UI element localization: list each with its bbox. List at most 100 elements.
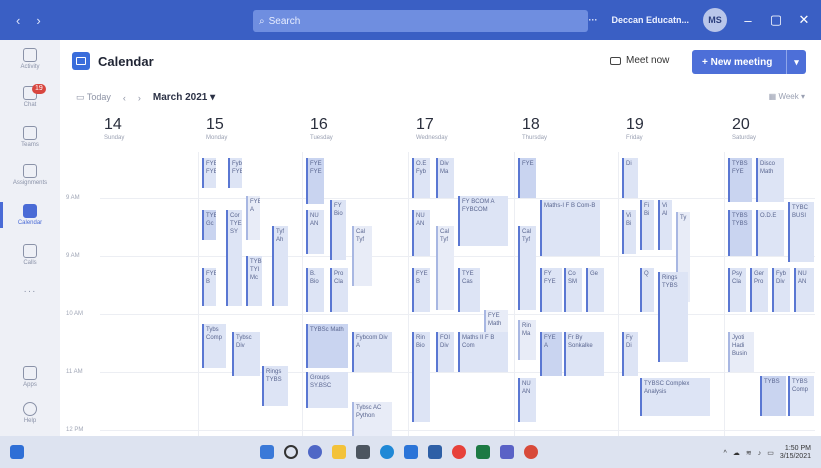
day-header[interactable]: 15 Monday — [206, 116, 227, 141]
event-card[interactable]: O.E Fyb — [412, 158, 430, 198]
maximize-button[interactable]: ▢ — [769, 12, 783, 28]
event-card[interactable]: Cor TYE SY — [226, 210, 242, 306]
event-card[interactable]: Maths-I F B Com-B — [540, 200, 600, 256]
day-header[interactable]: 14 Sunday — [104, 116, 124, 141]
event-card[interactable]: Div Ma — [436, 158, 454, 198]
wifi-icon[interactable]: ≋ — [746, 449, 752, 457]
day-header[interactable]: 16 Tuesday — [310, 116, 333, 141]
rail-item-activity[interactable]: Activity — [0, 48, 60, 70]
event-card[interactable]: Psy Cla — [728, 268, 746, 312]
day-header[interactable]: 17 Wednesday — [416, 116, 448, 141]
event-card[interactable]: NU AN — [412, 210, 430, 256]
previous-week-icon[interactable]: ‹ — [123, 93, 126, 103]
event-card[interactable]: O.D.E — [756, 210, 784, 256]
rail-item-teams[interactable]: Teams — [0, 126, 60, 148]
event-card[interactable]: Cal Tyf — [352, 226, 372, 286]
avatar[interactable]: MS — [703, 8, 727, 32]
event-card[interactable]: FYE A — [540, 332, 562, 376]
rail-item-apps[interactable]: Apps — [0, 366, 60, 388]
org-name[interactable]: Deccan Educatn... — [611, 15, 689, 25]
event-card[interactable]: Groups SY.BSC — [306, 372, 348, 408]
event-card[interactable]: FYE — [518, 158, 536, 198]
event-card[interactable]: TYE Gc — [202, 210, 216, 240]
rail-item-chat[interactable]: 19 Chat — [0, 84, 60, 108]
clock[interactable]: 1:50 PM 3/15/2021 — [780, 445, 811, 461]
event-card[interactable]: FY BCOM A FYBCOM — [458, 196, 508, 246]
outlook-icon[interactable] — [428, 445, 442, 459]
word-icon[interactable] — [404, 445, 418, 459]
event-card[interactable]: Tybs Comp — [202, 324, 226, 368]
widgets-icon[interactable] — [10, 445, 24, 459]
event-card[interactable]: TYBSc Math — [306, 324, 348, 368]
event-card[interactable]: Vi Bi — [622, 210, 636, 254]
event-card[interactable]: Rings TYBS — [262, 366, 288, 406]
meet-now-button[interactable]: Meet now — [610, 55, 669, 66]
day-header[interactable]: 18 Thursday — [522, 116, 547, 141]
event-card[interactable]: FYE FYE — [202, 158, 216, 188]
close-button[interactable]: ✕ — [797, 12, 811, 28]
event-card[interactable]: Fr By Sonkalke — [564, 332, 604, 376]
event-card[interactable]: FYE B — [412, 268, 430, 312]
store-icon[interactable] — [356, 445, 370, 459]
chrome-icon[interactable] — [452, 445, 466, 459]
rail-item-assignments[interactable]: Assignments — [0, 164, 60, 186]
event-card[interactable]: TYBC BUSI — [788, 202, 814, 262]
event-card[interactable]: Vi Al — [658, 200, 672, 250]
back-icon[interactable]: ‹ — [16, 13, 20, 28]
event-card[interactable]: Fybcom Div A — [352, 332, 392, 372]
event-card[interactable]: TYB TYI Mc — [246, 256, 262, 306]
volume-icon[interactable]: ♪ — [758, 450, 762, 457]
event-card[interactable]: Tybsc Div — [232, 332, 260, 376]
event-card[interactable]: Fyb Div — [772, 268, 790, 312]
forward-icon[interactable]: › — [36, 13, 40, 28]
event-card[interactable]: Disco Math — [756, 158, 784, 202]
rail-item-more[interactable]: ··· — [0, 286, 60, 297]
event-card[interactable]: Fy Di — [622, 332, 638, 376]
more-options-icon[interactable]: ··· — [588, 15, 597, 25]
chat-app-icon[interactable] — [308, 445, 322, 459]
event-card[interactable]: FYE FYE — [306, 158, 324, 204]
rail-item-calls[interactable]: Calls — [0, 244, 60, 266]
event-card[interactable]: FOI Div — [436, 332, 454, 372]
battery-icon[interactable]: ▭ — [767, 449, 774, 457]
event-card[interactable]: Fyb FYE — [228, 158, 242, 188]
edge-icon[interactable] — [380, 445, 394, 459]
event-card[interactable]: Fi Bi — [640, 200, 654, 250]
event-card[interactable]: Di — [622, 158, 638, 198]
start-icon[interactable] — [260, 445, 274, 459]
event-card[interactable]: FYE B — [202, 268, 216, 306]
today-button[interactable]: ▭ Today — [76, 92, 111, 103]
event-card[interactable]: Tybsc AC Python — [352, 402, 392, 436]
event-card[interactable]: NU AN — [306, 210, 324, 254]
search-input[interactable]: ⌕ Search — [253, 10, 588, 32]
search-icon[interactable] — [284, 445, 298, 459]
event-card[interactable]: Rin Bio — [412, 332, 430, 422]
event-card[interactable]: FY Bio — [330, 200, 346, 260]
event-card[interactable]: TYBS — [760, 376, 786, 416]
view-selector[interactable]: ▦ Week ▾ — [769, 92, 805, 101]
event-card[interactable]: TYE Cas — [458, 268, 480, 312]
event-card[interactable]: Jyoti Hadi Busin — [728, 332, 754, 372]
event-card[interactable]: Maths II F B Com — [458, 332, 508, 372]
day-header[interactable]: 19 Friday — [626, 116, 644, 141]
file-explorer-icon[interactable] — [332, 445, 346, 459]
event-card[interactable]: B. Bio — [306, 268, 324, 312]
chevron-down-icon[interactable]: ▾ — [786, 50, 806, 74]
event-card[interactable]: FY FYE — [540, 268, 562, 312]
new-meeting-button[interactable]: + New meeting ▾ — [692, 50, 806, 74]
day-header[interactable]: 20 Saturday — [732, 116, 756, 141]
event-card[interactable]: TYBS TYBS — [728, 210, 752, 256]
rail-item-calendar[interactable]: Calendar — [0, 204, 60, 226]
teams-app-icon[interactable] — [500, 445, 514, 459]
event-card[interactable]: Cal Tyf — [518, 226, 536, 310]
event-card[interactable]: TYBS FYE — [728, 158, 752, 202]
event-card[interactable]: NU AN — [518, 378, 536, 422]
chevron-up-icon[interactable]: ^ — [724, 450, 727, 457]
next-week-icon[interactable]: › — [138, 93, 141, 103]
month-picker[interactable]: March 2021 ▾ — [153, 92, 215, 103]
event-card[interactable]: Rin Ma — [518, 320, 536, 360]
minimize-button[interactable]: – — [741, 13, 755, 28]
event-card[interactable]: Cal Tyf — [436, 226, 454, 310]
event-card[interactable]: Rings TYBS — [658, 272, 688, 362]
event-card[interactable]: Ge — [586, 268, 604, 312]
